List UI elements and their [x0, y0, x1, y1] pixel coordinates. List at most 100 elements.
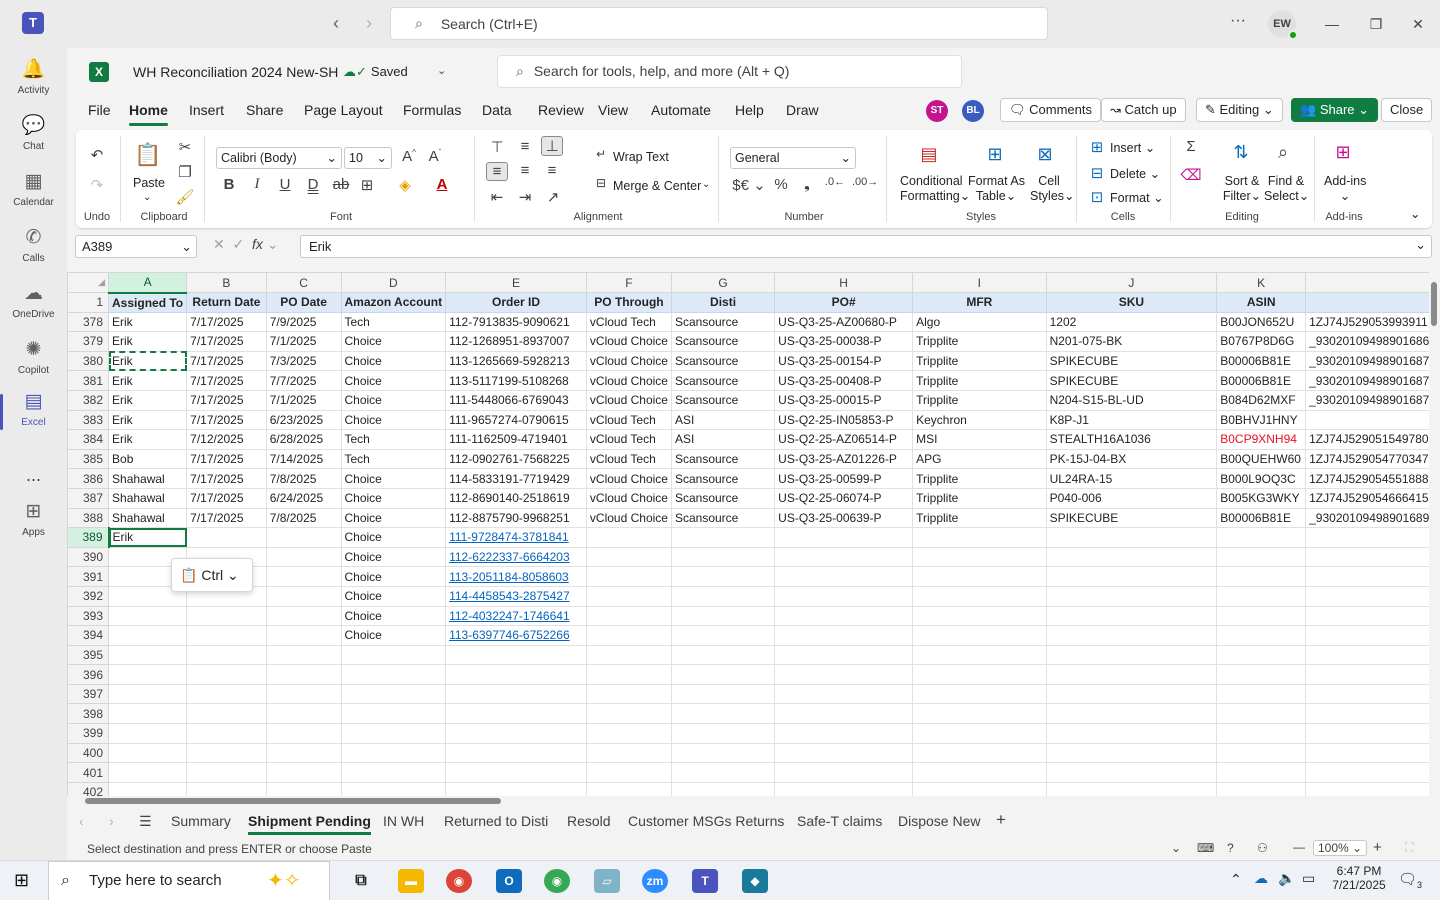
column-header-b[interactable]: B: [186, 272, 267, 293]
cell[interactable]: P040-006: [1045, 487, 1218, 509]
cell[interactable]: Choice: [340, 546, 447, 568]
cell[interactable]: 7/17/2025: [186, 487, 267, 509]
cell[interactable]: [774, 644, 914, 666]
cell[interactable]: [1216, 762, 1307, 783]
decrease-indent-icon[interactable]: ⇤: [486, 188, 508, 206]
tab-page-layout[interactable]: Page Layout: [304, 102, 383, 118]
column-header-f[interactable]: F: [585, 272, 672, 293]
column-header-a[interactable]: A: [108, 272, 188, 294]
teams-taskbar-icon[interactable]: T: [692, 869, 718, 893]
column-title-cell[interactable]: Return Date: [186, 292, 267, 313]
cell[interactable]: Erik: [108, 527, 188, 548]
tab-review[interactable]: Review: [538, 102, 584, 118]
cell[interactable]: Erik: [108, 331, 188, 352]
row-header[interactable]: 392: [67, 585, 110, 607]
strikethrough-icon[interactable]: ab: [330, 176, 352, 193]
cell[interactable]: [585, 781, 672, 796]
horizontal-scroll-thumb[interactable]: [85, 798, 501, 804]
cell[interactable]: [1045, 605, 1218, 627]
show-hidden-icons-chevron[interactable]: ⌃: [1230, 871, 1242, 888]
column-title-cell[interactable]: Order ID: [445, 292, 587, 313]
cell[interactable]: US-Q3-25-00038-P: [774, 331, 914, 352]
cell[interactable]: [1216, 683, 1307, 705]
cell[interactable]: 113-1265669-5928213: [445, 350, 587, 372]
cell[interactable]: 111-9657274-0790615: [445, 409, 587, 431]
cell[interactable]: [1305, 605, 1440, 627]
cell[interactable]: [186, 781, 267, 796]
cell[interactable]: 7/9/2025: [265, 311, 342, 333]
cut-icon[interactable]: ✂: [174, 138, 196, 156]
cell[interactable]: 112-0902761-7568225: [445, 448, 587, 470]
wrap-text-button[interactable]: Wrap Text: [613, 150, 669, 164]
cell[interactable]: [585, 625, 672, 646]
cell[interactable]: [1045, 644, 1218, 666]
row-header[interactable]: 383: [67, 409, 110, 431]
find-select-button[interactable]: Find & Select⌄: [1264, 174, 1309, 203]
taskbar-search-box[interactable]: ⌕ Type here to search ✦✧: [48, 861, 330, 900]
cell[interactable]: [585, 527, 672, 548]
cell[interactable]: [1045, 762, 1218, 783]
cell[interactable]: [1045, 546, 1218, 568]
cell[interactable]: [774, 605, 914, 627]
cell[interactable]: [340, 781, 447, 796]
cell[interactable]: US-Q3-25-00599-P: [774, 468, 914, 489]
cell[interactable]: US-Q3-25-00154-P: [774, 350, 914, 372]
cell[interactable]: [445, 664, 587, 685]
fill-color-icon[interactable]: ◈: [394, 176, 416, 194]
teams-logo-icon[interactable]: T: [22, 12, 44, 34]
back-arrow-icon[interactable]: ‹: [324, 12, 348, 36]
sheet-tab[interactable]: Safe-T claims: [797, 813, 882, 829]
cell[interactable]: US-Q2-25-AZ06514-P: [774, 429, 914, 450]
catch-up-button[interactable]: ↝ Catch up: [1101, 98, 1186, 122]
cell[interactable]: vCloud Tech: [585, 448, 672, 470]
cell[interactable]: vCloud Choice: [585, 507, 672, 529]
cell[interactable]: [265, 703, 342, 725]
cell[interactable]: 7/17/2025: [186, 331, 267, 352]
cell[interactable]: 7/17/2025: [186, 409, 267, 431]
cell[interactable]: [108, 703, 188, 725]
cell[interactable]: [670, 644, 776, 666]
cell[interactable]: [585, 703, 672, 725]
column-title-cell[interactable]: Amazon Account: [340, 292, 447, 313]
delete-cells-button[interactable]: Delete ⌄: [1110, 166, 1160, 181]
cell[interactable]: [1305, 566, 1440, 587]
cell[interactable]: [186, 762, 267, 783]
cell[interactable]: [108, 605, 188, 627]
find-select-icon[interactable]: ⌕: [1272, 142, 1294, 163]
cell[interactable]: [774, 683, 914, 705]
cell[interactable]: [1045, 566, 1218, 587]
cell[interactable]: Tripplite: [912, 350, 1047, 372]
row-header[interactable]: 388: [67, 507, 110, 529]
cell[interactable]: 1ZJ74J529054551888: [1305, 468, 1440, 489]
decrease-font-icon[interactable]: Aˇ: [424, 148, 446, 165]
cell[interactable]: Shahawal: [108, 468, 188, 489]
cell[interactable]: Scansource: [670, 389, 776, 411]
column-title-cell[interactable]: PO Date: [265, 292, 342, 313]
cell[interactable]: Shahawal: [108, 507, 188, 529]
cell[interactable]: [265, 762, 342, 783]
cell[interactable]: 7/1/2025: [265, 331, 342, 352]
cell[interactable]: [774, 703, 914, 725]
cell[interactable]: Choice: [340, 370, 447, 391]
cell[interactable]: [1216, 664, 1307, 685]
cell[interactable]: [186, 664, 267, 685]
cell[interactable]: [670, 605, 776, 627]
cell[interactable]: Choice: [340, 389, 447, 411]
tab-help[interactable]: Help: [735, 102, 764, 118]
column-header-i[interactable]: I: [912, 272, 1047, 293]
comma-style-icon[interactable]: ❟: [796, 176, 818, 193]
cell[interactable]: vCloud Choice: [585, 350, 672, 372]
cell[interactable]: K8P-J1: [1045, 409, 1218, 431]
cell[interactable]: [912, 625, 1047, 646]
align-center-icon[interactable]: ≡: [514, 162, 536, 179]
cell[interactable]: [445, 703, 587, 725]
cell[interactable]: [1216, 566, 1307, 587]
cell[interactable]: 7/8/2025: [265, 468, 342, 489]
rail-item-activity[interactable]: 🔔 Activity: [0, 54, 67, 110]
cell[interactable]: Choice: [340, 487, 447, 509]
cell[interactable]: [1305, 625, 1440, 646]
cell[interactable]: [340, 644, 447, 666]
orientation-icon[interactable]: ↗: [542, 188, 564, 206]
cell[interactable]: 113-5117199-5108268: [445, 370, 587, 391]
column-header-e[interactable]: E: [445, 272, 587, 293]
